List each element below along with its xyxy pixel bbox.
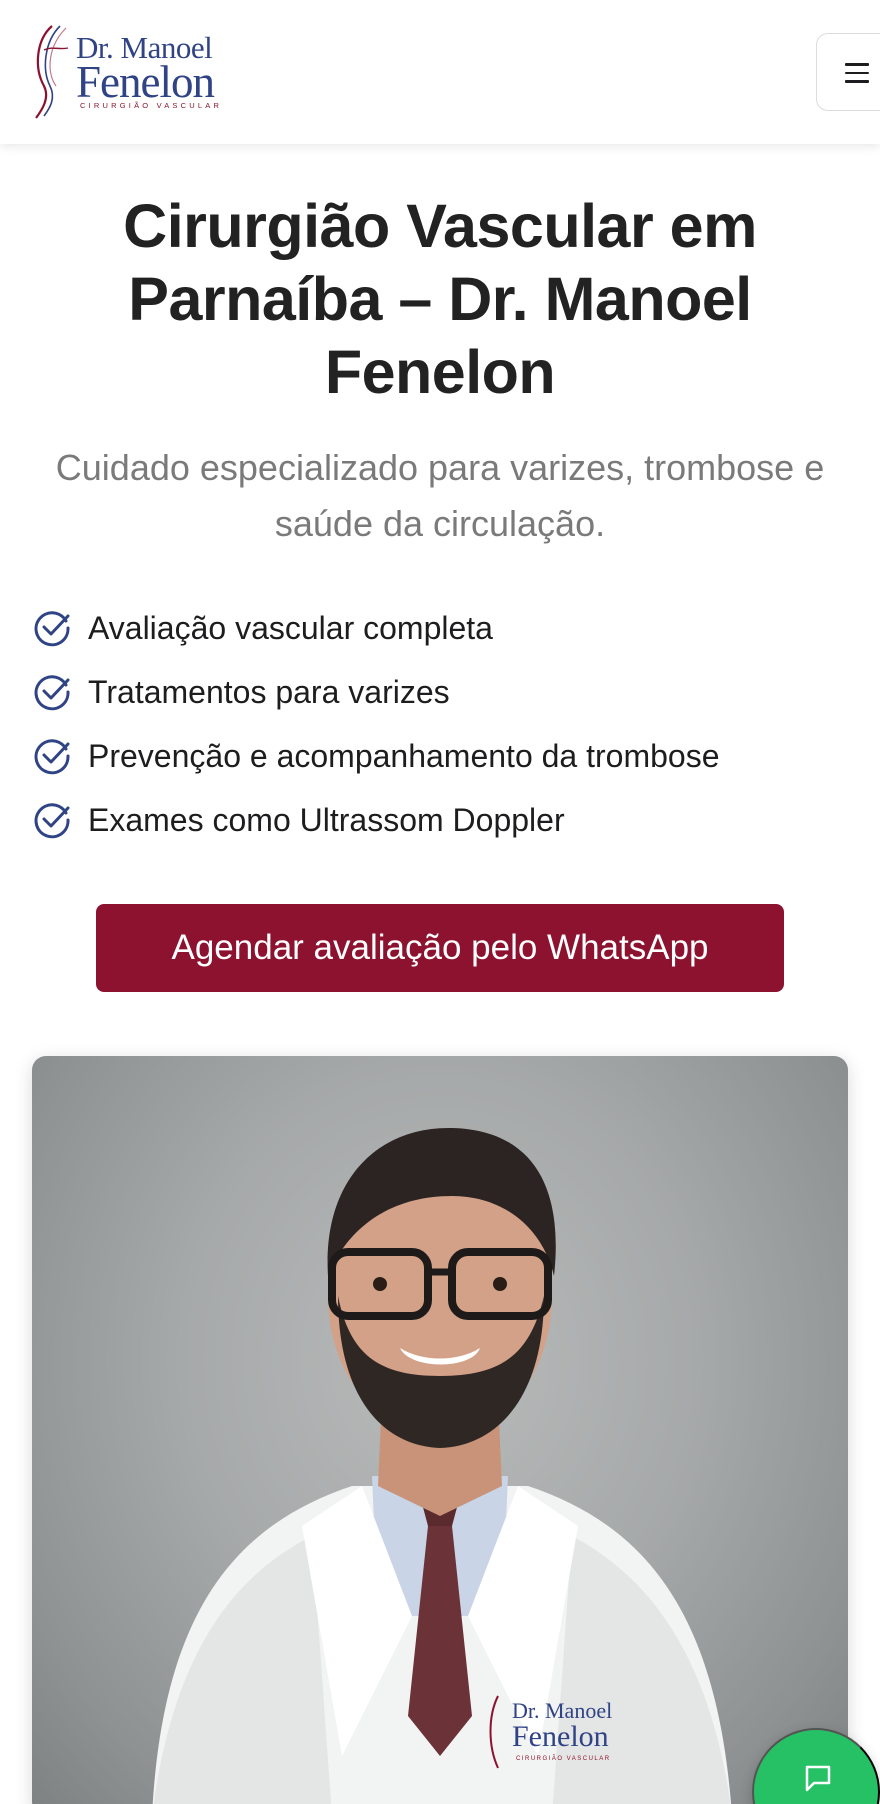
- coat-logo-line-2: Fenelon: [512, 1720, 609, 1753]
- feature-item: Exames como Ultrassom Doppler: [32, 788, 852, 852]
- site-logo[interactable]: Dr. Manoel Fenelon CIRURGIÃO VASCULAR: [30, 20, 220, 120]
- feature-text: Prevenção e acompanhamento da trombose: [88, 737, 720, 774]
- whatsapp-cta-button[interactable]: Agendar avaliação pelo WhatsApp: [96, 904, 784, 992]
- feature-item: Tratamentos para varizes: [32, 660, 852, 724]
- logo-mark-icon: [35, 25, 69, 119]
- page-title: Cirurgião Vascular em Parnaíba – Dr. Man…: [123, 192, 757, 406]
- site-header: Dr. Manoel Fenelon CIRURGIÃO VASCULAR: [0, 0, 880, 144]
- feature-item: Prevenção e acompanhamento da trombose: [32, 724, 852, 788]
- chat-bubble-icon: [805, 1765, 831, 1792]
- check-circle-icon: [34, 675, 70, 711]
- check-circle-icon: [34, 803, 70, 839]
- logo-tagline: CIRURGIÃO VASCULAR: [80, 101, 223, 110]
- page-subtitle: Cuidado especializado para varizes, trom…: [55, 447, 825, 544]
- feature-text: Tratamentos para varizes: [88, 673, 450, 710]
- check-circle-icon: [34, 739, 70, 775]
- coat-logo-tagline: CIRURGIÃO VASCULAR: [516, 1755, 611, 1762]
- feature-text: Avaliação vascular completa: [88, 609, 493, 646]
- feature-item: Avaliação vascular completa: [32, 596, 852, 660]
- feature-text: Exames como Ultrassom Doppler: [88, 801, 565, 838]
- doctor-portrait-illustration: Dr. Manoel Fenelon CIRURGIÃO VASCULAR: [152, 1127, 731, 1804]
- doctor-photo: Dr. Manoel Fenelon CIRURGIÃO VASCULAR: [32, 1056, 848, 1804]
- menu-button[interactable]: [816, 33, 880, 111]
- logo-line-2: Fenelon: [76, 57, 215, 107]
- hamburger-menu-icon: [845, 63, 869, 83]
- feature-list: Avaliação vascular completa Tratamentos …: [32, 596, 852, 852]
- check-circle-icon: [34, 611, 70, 647]
